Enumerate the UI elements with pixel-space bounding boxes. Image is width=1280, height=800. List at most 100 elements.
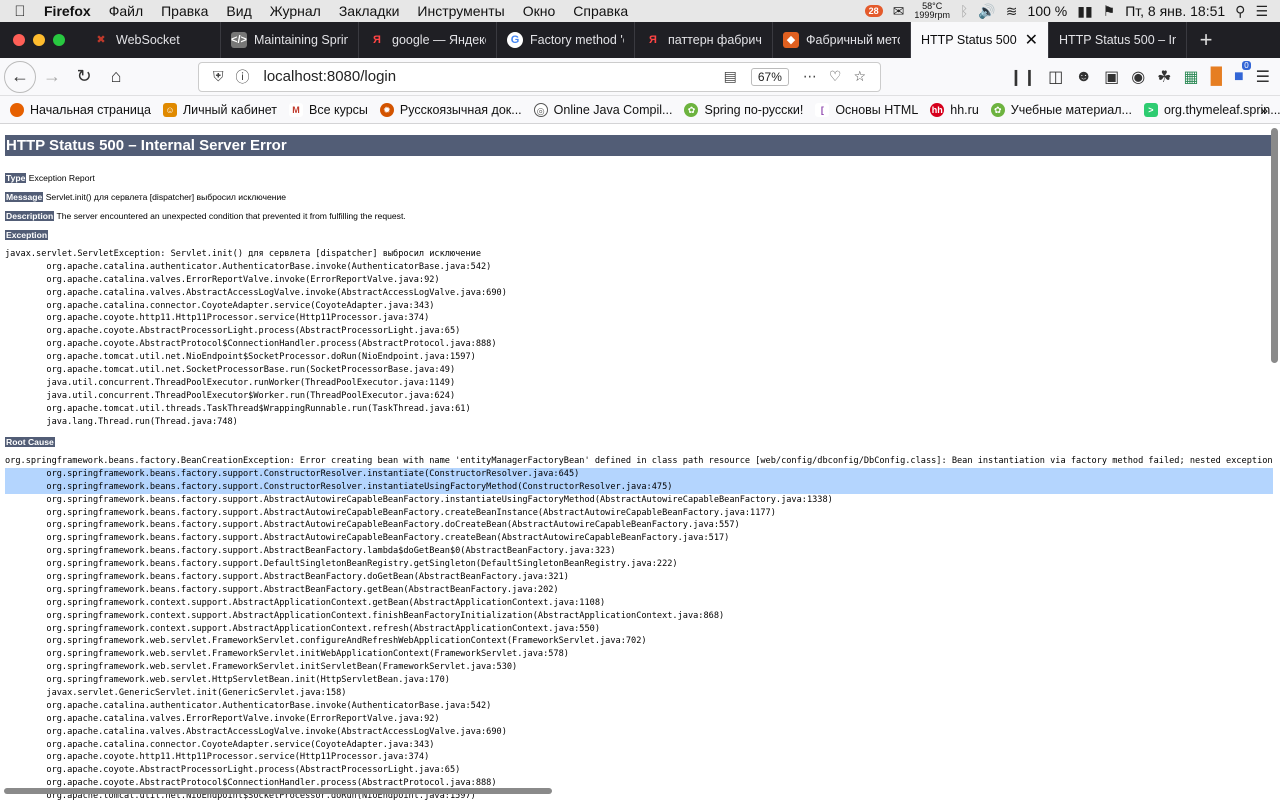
home-button[interactable]: ⌂ [100,61,132,93]
tab-google-yandex[interactable]: Я google — Яндекс [359,22,497,58]
menu-history[interactable]: Журнал [261,3,330,19]
notification-badge[interactable]: 28 [864,5,883,17]
close-window-icon[interactable] [13,34,25,46]
bookmark-html-basics[interactable]: [Основы HTML [815,102,919,117]
stack-trace-line: org.springframework.beans.factory.suppor… [5,467,1273,481]
notification-center-icon[interactable]: ☰ [1255,3,1268,20]
bookmark-personal-account[interactable]: ☺ Личный кабинет [162,102,277,117]
bookmark-home-page[interactable]: Начальная страница [10,102,151,117]
navigation-toolbar: ← → ↻ ⌂ ⛨ ⓘ localhost:8080/login ▤ 67% ⋯… [0,58,1280,96]
code-icon: </> [231,32,247,48]
doc-icon: ✹ [379,102,394,117]
shield-icon[interactable]: ⛨ [213,68,224,85]
tab-title: WebSocket [116,33,180,47]
url-input[interactable]: localhost:8080/login [264,68,718,85]
notification-extension-icon[interactable]: ■ 0 [1234,60,1251,86]
arrow-right-icon: → [43,66,61,86]
bookmark-russian-docs[interactable]: ✹ Русскоязычная док... [379,102,522,117]
plus-icon: + [1199,27,1213,52]
menu-bookmarks[interactable]: Закладки [330,3,409,19]
globe-extension-icon[interactable]: ◉ [1131,67,1145,87]
tab-http-status-500-active[interactable]: HTTP Status 500 – ✕ [911,22,1049,58]
sidebar-icon[interactable]: ◫ [1048,67,1063,87]
new-tab-button[interactable]: + [1187,22,1225,58]
page-actions-icon[interactable]: ⋯ [803,68,817,85]
spotlight-search-icon[interactable]: ⚲ [1235,3,1245,20]
bookmark-label: Основы HTML [835,102,919,117]
tab-title: google — Яндекс [392,33,486,47]
menu-tools[interactable]: Инструменты [408,3,513,19]
clock[interactable]: Пт, 8 янв. 18:51 [1125,3,1225,19]
tab-websocket[interactable]: ✖ WebSocket [83,22,221,58]
temperature-readout[interactable]: 58°C 1999rpm [914,2,950,20]
bookmark-label: Все курсы [309,102,368,117]
bluetooth-icon[interactable]: ᛒ [960,3,968,19]
pocket-icon[interactable]: ♡ [829,68,842,85]
extension-icon[interactable]: ▣ [1104,67,1119,87]
bookmark-label: Spring по-русски! [704,102,804,117]
stack-trace-line: org.apache.coyote.http11.Http11Processor… [5,313,430,324]
bookmark-label: Online Java Compil... [553,102,673,117]
minimize-window-icon[interactable] [33,34,45,46]
menu-view[interactable]: Вид [217,3,260,19]
message-icon[interactable]: ✉ [893,3,905,20]
close-tab-icon[interactable]: ✕ [1025,30,1038,50]
bookmark-star-icon[interactable]: ☆ [853,68,866,85]
menu-window[interactable]: Окно [514,3,565,19]
more-bookmarks-icon[interactable]: » [1260,102,1268,118]
bookmark-spring-ru[interactable]: ✿ Spring по-русски! [684,102,804,117]
reader-view-icon[interactable]: ▤ [724,68,737,85]
maximize-window-icon[interactable] [53,34,65,46]
apple-icon[interactable]:  [0,3,40,20]
menu-file[interactable]: Файл [100,3,152,19]
reload-button[interactable]: ↻ [68,61,100,93]
stack-trace-line: java.util.concurrent.ThreadPoolExecutor.… [5,377,456,388]
tab-factory-method-habr[interactable]: ◆ Фабричный мето [773,22,911,58]
forward-button[interactable]: → [36,61,68,93]
tab-pattern-factory[interactable]: Я паттерн фабрич [635,22,773,58]
root-cause-stack-trace: org.springframework.beans.factory.BeanCr… [5,455,1273,800]
page-title: HTTP Status 500 – Internal Server Error [5,135,1272,156]
bookmark-online-java[interactable]: ◎ Online Java Compil... [533,102,673,117]
info-icon[interactable]: ⓘ [236,67,250,87]
stack-trace-line: org.springframework.beans.factory.suppor… [5,480,1273,494]
tab-title: паттерн фабрич [668,33,762,47]
spring-icon: ✿ [990,102,1005,117]
bookmark-study-materials[interactable]: ✿ Учебные материал... [990,102,1132,117]
stack-trace-line: java.lang.Thread.run(Thread.java:748) [5,416,238,427]
menu-help[interactable]: Справка [564,3,637,19]
flag-icon[interactable]: ⚑ [1103,3,1116,20]
stack-trace-line: org.apache.catalina.connector.CoyoteAdap… [5,300,435,311]
root-cause-label: Root Cause [5,437,55,447]
stack-trace-line: org.springframework.context.support.Abst… [5,610,725,621]
stack-trace-line: org.apache.catalina.valves.AbstractAcces… [5,287,507,298]
stack-trace-line: org.springframework.beans.factory.suppor… [5,546,616,557]
trash-extension-icon[interactable]: █ [1211,68,1222,86]
wifi-icon[interactable]: ≋ [1006,3,1018,20]
horizontal-scrollbar[interactable] [4,788,552,794]
menu-app-name[interactable]: Firefox [40,3,100,19]
screenshot-extension-icon[interactable]: ▦ [1184,67,1199,87]
stack-trace-line: org.springframework.web.servlet.Framewor… [5,636,647,647]
address-bar[interactable]: ⛨ ⓘ localhost:8080/login ▤ 67% ⋯ ♡ ☆ [198,61,881,92]
volume-icon[interactable]: 🔊 [978,3,995,20]
tab-maintaining-spring[interactable]: </> Maintaining Spring [221,22,359,58]
tab-factory-method[interactable]: G Factory method 'e [497,22,635,58]
hamburger-menu-icon[interactable]: ☰ [1256,67,1270,87]
gnome-extension-icon[interactable]: ☘ [1157,67,1171,87]
bookmark-hh[interactable]: hh hh.ru [930,102,979,117]
vertical-scrollbar[interactable] [1271,128,1278,363]
tab-http-status-500[interactable]: HTTP Status 500 – Int [1049,22,1187,58]
stack-trace-line: org.springframework.beans.factory.suppor… [5,572,569,583]
menu-edit[interactable]: Правка [152,3,217,19]
battery-icon[interactable]: ▮▮ [1077,3,1092,20]
back-button[interactable]: ← [4,60,36,93]
library-icon[interactable]: ❙❙ [1009,67,1036,87]
broken-page-icon: ✖ [96,34,106,46]
battery-percent[interactable]: 100 % [1028,3,1068,19]
bookmark-all-courses[interactable]: M Все курсы [289,102,368,117]
message-value: Servlet.init() для сервлета [dispatcher]… [43,192,287,202]
account-icon[interactable]: ☻ [1075,68,1092,86]
stack-trace-line: org.apache.tomcat.util.net.NioEndpoint$S… [5,352,476,363]
zoom-level-badge[interactable]: 67% [750,67,789,86]
